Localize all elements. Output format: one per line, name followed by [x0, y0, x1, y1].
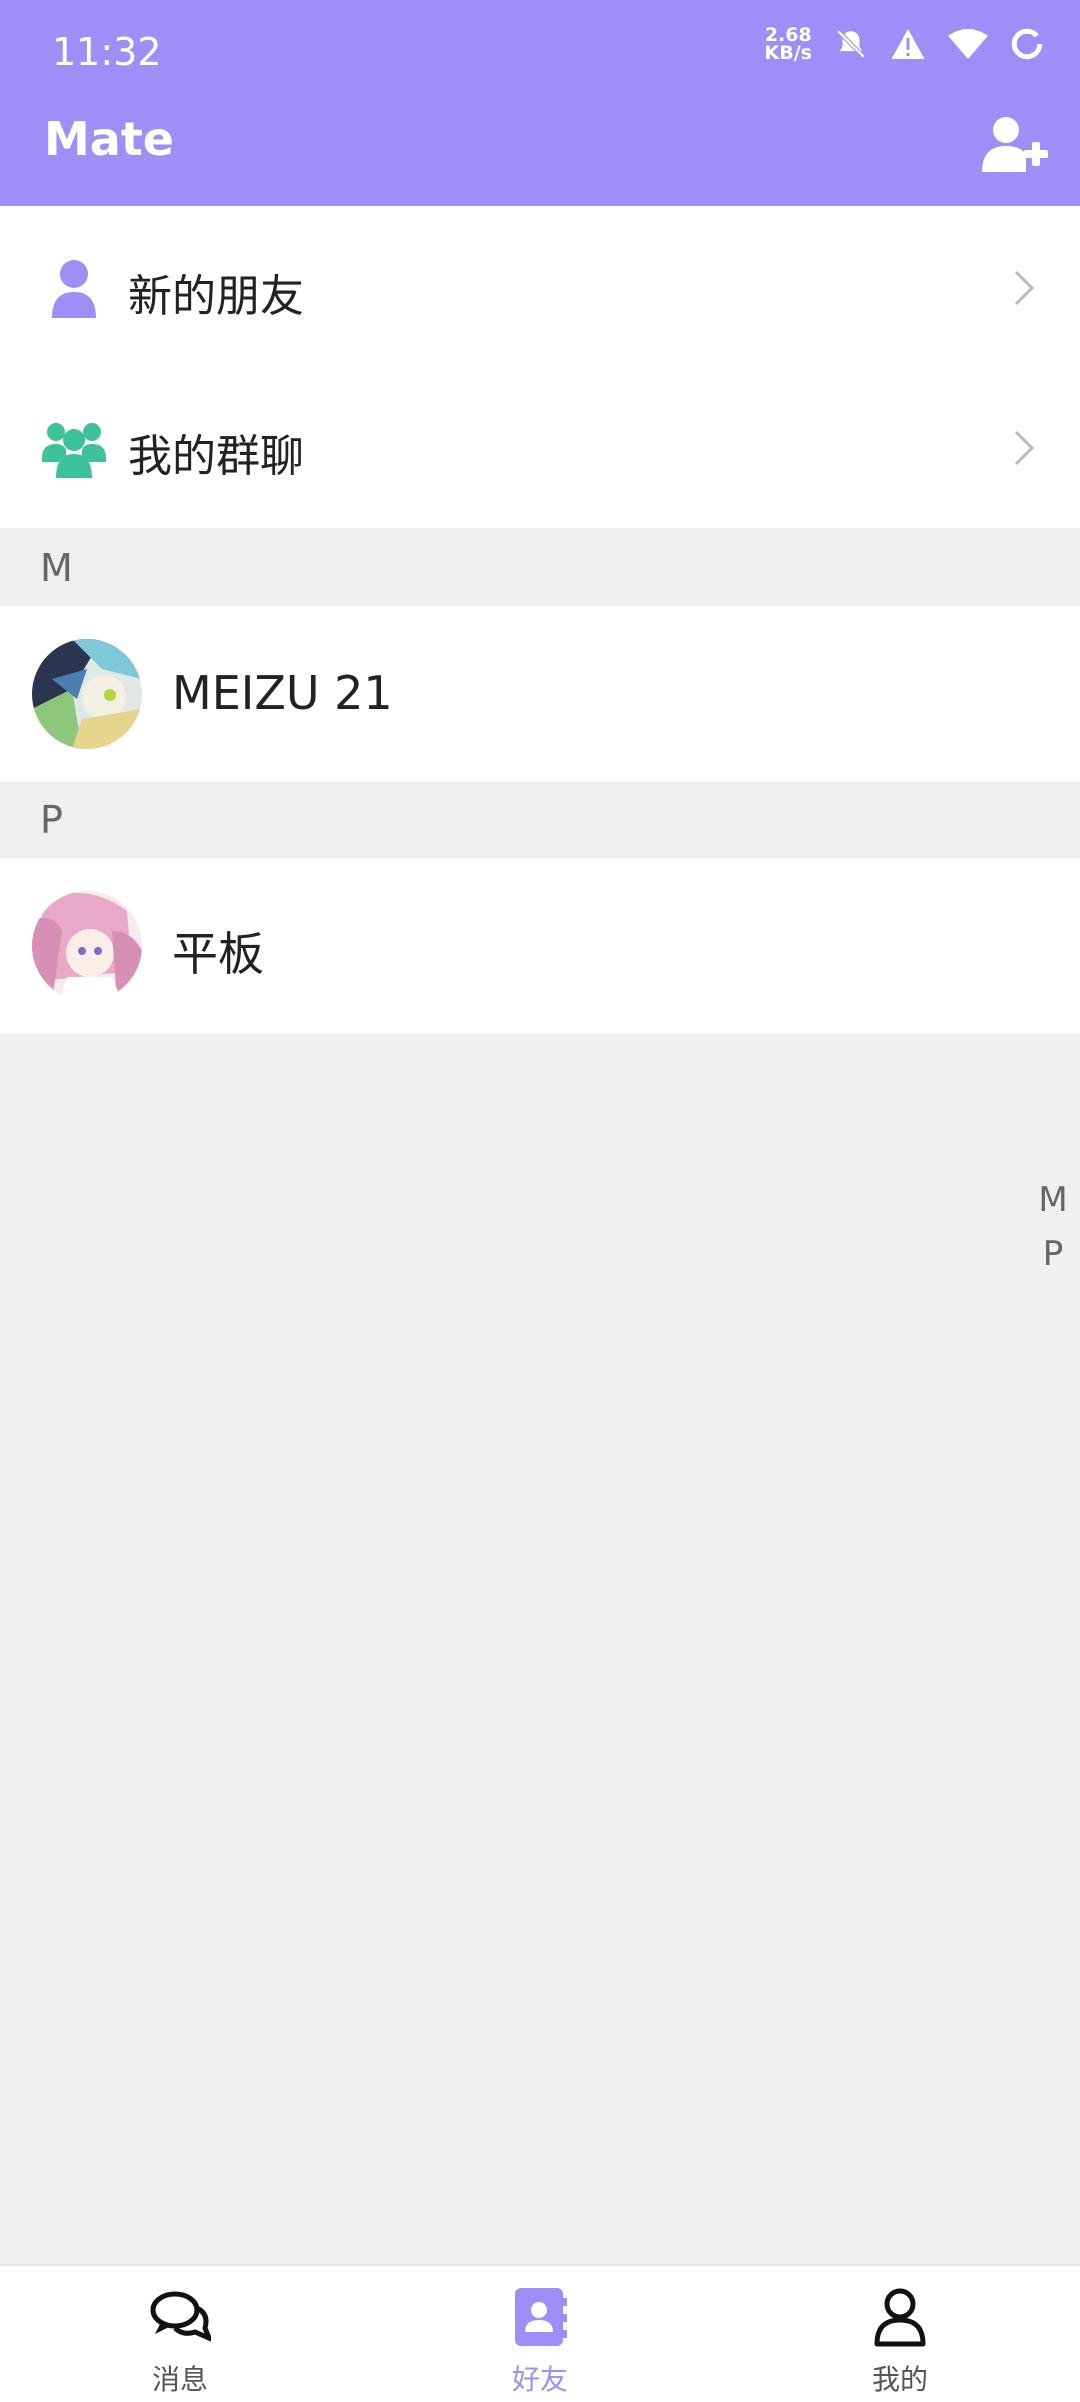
section-header-p: P — [0, 782, 1080, 858]
new-friends-label: 新的朋友 — [128, 271, 304, 322]
tab-messages[interactable]: 消息 — [0, 2266, 360, 2402]
contact-name: 平板 — [172, 927, 264, 981]
app-title: Mate — [44, 112, 175, 166]
mute-icon — [836, 29, 866, 59]
user-outline-icon — [874, 2288, 926, 2347]
net-speed: 2.68 KB/s — [764, 26, 812, 64]
chevron-right-icon — [1014, 430, 1035, 466]
tab-label: 消息 — [151, 2363, 208, 2396]
warning-icon — [891, 29, 925, 59]
tab-friends[interactable]: 好友 — [360, 2266, 720, 2402]
wifi-icon — [948, 29, 988, 59]
contact-item[interactable]: 平板 — [0, 858, 1080, 1034]
contact-item[interactable]: MEIZU 21 — [0, 606, 1080, 782]
section-header-m: M — [0, 530, 1080, 606]
my-groups-item[interactable]: 我的群聊 — [0, 366, 1080, 526]
my-groups-label: 我的群聊 — [128, 431, 304, 482]
new-friends-item[interactable]: 新的朋友 — [0, 206, 1080, 366]
avatar — [32, 639, 142, 749]
app-header: 11:32 2.68 KB/s Mate — [0, 0, 1080, 206]
index-letter-p[interactable]: P — [1038, 1234, 1068, 1288]
add-user-icon[interactable] — [980, 114, 1050, 174]
contacts-book-icon — [515, 2288, 567, 2346]
bottom-tab-bar: 消息 好友 我的 — [0, 2264, 1080, 2402]
tab-label: 我的 — [871, 2363, 928, 2396]
alphabet-index-bar[interactable]: M P — [1038, 1180, 1068, 1288]
menu-section: 新的朋友 我的群聊 — [0, 206, 1080, 528]
person-icon — [52, 260, 96, 318]
status-time: 11:32 — [52, 30, 162, 74]
group-icon — [42, 423, 106, 478]
chevron-right-icon — [1014, 270, 1035, 306]
section-letter: P — [40, 798, 63, 842]
status-icons: 2.68 KB/s — [764, 26, 1044, 64]
tab-label: 好友 — [511, 2363, 568, 2396]
contact-name: MEIZU 21 — [172, 666, 393, 720]
net-speed-unit: KB/s — [764, 42, 812, 64]
index-letter-m[interactable]: M — [1038, 1180, 1068, 1234]
tab-me[interactable]: 我的 — [720, 2266, 1080, 2402]
avatar — [32, 891, 142, 1001]
section-letter: M — [40, 546, 73, 590]
chat-bubbles-icon — [150, 2291, 211, 2342]
battery-ring-icon — [1011, 28, 1043, 60]
